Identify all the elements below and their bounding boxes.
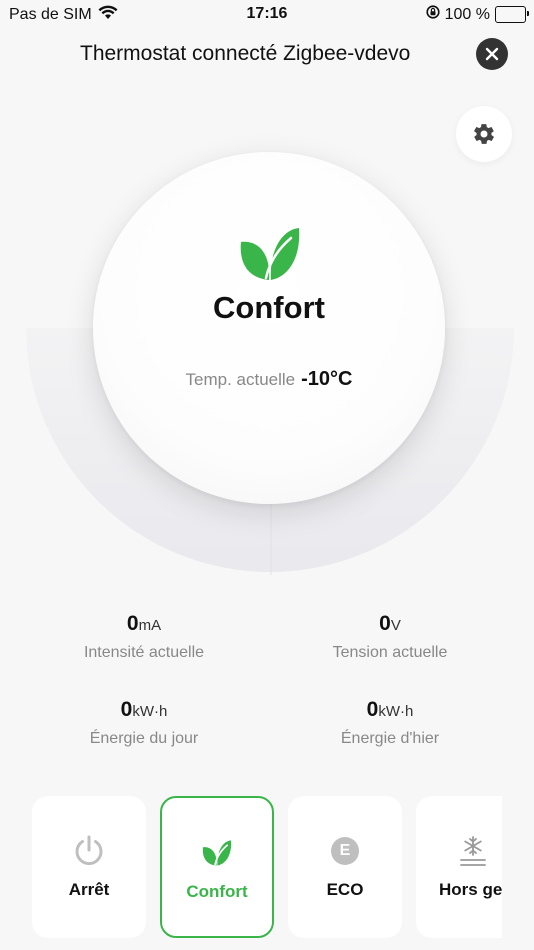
stat-label: Énergie d'hier — [340, 730, 440, 747]
mode-card-arret[interactable]: Arrêt — [32, 796, 146, 938]
mode-card-eco[interactable]: E ECO — [288, 796, 402, 938]
orientation-lock-icon — [426, 5, 440, 24]
mode-card-hors-gel[interactable]: Hors gel — [416, 796, 502, 938]
current-temp-value: -10°C — [301, 368, 353, 390]
stat-value: 0 — [366, 698, 379, 721]
current-temp-row: Temp. actuelle -10°C — [93, 368, 445, 391]
eco-icon: E — [328, 834, 362, 868]
page-title: Thermostat connecté Zigbee-vdevo — [80, 42, 411, 65]
stat-unit: mA — [138, 617, 162, 634]
stat-label: Énergie du jour — [89, 730, 199, 747]
close-button[interactable] — [476, 38, 508, 70]
stat-value: 0 — [126, 612, 139, 635]
snowflake-icon — [456, 834, 490, 868]
mode-selector[interactable]: Arrêt Confort E ECO Hors gel — [0, 796, 502, 938]
dial-center: Confort Temp. actuelle -10°C — [93, 152, 445, 504]
stat-label: Intensité actuelle — [83, 644, 205, 661]
leaf-icon — [240, 228, 300, 280]
stat-unit: kW·h — [378, 703, 414, 720]
header: Thermostat connecté Zigbee-vdevo — [0, 36, 534, 74]
status-right: 100 % — [426, 5, 529, 24]
mode-label: ECO — [326, 880, 364, 899]
stat-unit: kW·h — [132, 703, 168, 720]
mode-card-confort[interactable]: Confort — [160, 796, 274, 938]
stat-current-intensity: 0mA Intensité actuelle — [24, 612, 264, 662]
eco-badge: E — [331, 837, 359, 865]
mode-label: Hors gel — [438, 880, 502, 899]
stat-unit: V — [390, 617, 401, 634]
power-icon — [72, 834, 106, 868]
battery-percent: 100 % — [444, 5, 490, 23]
stat-current-voltage: 0V Tension actuelle — [270, 612, 510, 662]
close-icon — [485, 47, 499, 61]
mode-title: Confort — [213, 290, 325, 325]
stat-value: 0 — [379, 612, 391, 635]
current-temp-label: Temp. actuelle — [185, 370, 296, 389]
stat-energy-today: 0kW·h Énergie du jour — [24, 698, 264, 748]
leaf-icon — [200, 836, 234, 870]
thermostat-dial[interactable]: Confort Temp. actuelle -10°C — [0, 120, 534, 580]
stat-label: Tension actuelle — [332, 644, 448, 661]
status-bar: Pas de SIM 17:16 100 % — [0, 0, 534, 30]
mode-label: Confort — [186, 882, 248, 901]
mode-label: Arrêt — [68, 880, 110, 899]
stat-value: 0 — [120, 698, 133, 721]
stat-energy-yesterday: 0kW·h Énergie d'hier — [270, 698, 510, 748]
battery-icon — [495, 6, 529, 23]
